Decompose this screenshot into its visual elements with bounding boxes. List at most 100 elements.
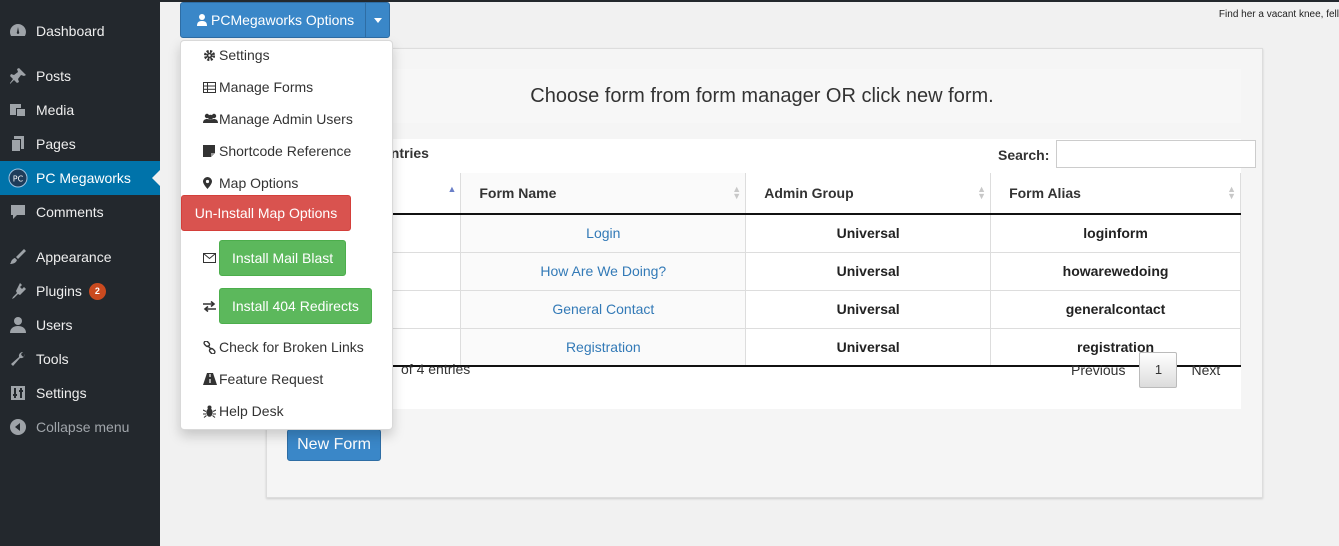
options-dropdown-menu: Settings Manage Forms Manage Admin Users… [180,40,393,430]
collapse-menu-button[interactable]: Collapse menu [0,410,160,444]
user-icon [197,14,207,26]
sidebar-item-label: Collapse menu [36,419,130,435]
install-404-redirects-button[interactable]: Install 404 Redirects [219,288,372,324]
sidebar-item-label: Tools [36,351,69,367]
sidebar-item-label: Settings [36,385,87,401]
sidebar-item-appearance[interactable]: Appearance [0,240,160,274]
install-mail-blast-button[interactable]: Install Mail Blast [219,240,347,276]
admin-group-cell: Universal [745,290,992,329]
sidebar-item-label: Plugins [36,283,82,299]
menu-item-label: Settings [219,47,270,63]
column-header-form-name[interactable]: Form Name ▲ ▼ [460,173,747,215]
paintbrush-icon [8,247,28,267]
next-page-button[interactable]: Next [1177,353,1234,387]
uninstall-map-options-button[interactable]: Un-Install Map Options [181,195,351,231]
search-label: Search: [998,147,1050,163]
sticky-note-icon [203,145,219,157]
sidebar-item-pages[interactable]: Pages [0,127,160,161]
menu-item-settings[interactable]: Settings [203,44,270,66]
menu-item-map-options[interactable]: Map Options [203,172,298,194]
user-icon [8,315,28,335]
form-alias-cell: generalcontact [990,290,1241,329]
collapse-icon [8,417,28,437]
sidebar-item-users[interactable]: Users [0,308,160,342]
envelope-icon [203,253,219,263]
options-button-main[interactable]: PCMegaworks Options [181,3,365,37]
users-icon [203,113,219,125]
admin-sidebar: Dashboard Posts Media Pages PC PC Megawo… [0,0,160,546]
sidebar-item-tools[interactable]: Tools [0,342,160,376]
sidebar-item-label: Posts [36,68,72,84]
media-icon [8,100,28,120]
pcmegaworks-options-button[interactable]: PCMegaworks Options [180,2,390,38]
menu-item-label: Feature Request [219,371,324,387]
table-info: of 4 entries [401,361,471,377]
forms-table-wrapper: entries Search: ▲ Form Name ▲ ▼ Admin Grou… [283,139,1256,409]
sidebar-item-label: PC Megaworks [36,170,131,186]
form-name-link[interactable]: Registration [460,328,747,367]
menu-item-manage-forms[interactable]: Manage Forms [203,76,313,98]
form-name-link[interactable]: How Are We Doing? [460,252,747,291]
new-form-button[interactable]: New Form [287,429,381,461]
form-name-link[interactable]: Login [460,214,747,253]
admin-group-cell: Universal [745,214,992,253]
table-row: General Contact Universal generalcontact [283,290,1241,329]
bug-icon [203,405,219,418]
column-header-form-alias[interactable]: Form Alias ▲ ▼ [990,173,1241,215]
plugin-icon [8,281,28,301]
sort-asc-icon: ▲ [447,184,457,194]
form-name-link[interactable]: General Contact [460,290,747,329]
pc-logo-icon: PC [8,168,28,188]
table-row: How Are We Doing? Universal howarewedoin… [283,252,1241,291]
link-icon [203,340,219,354]
menu-item-manage-admin-users[interactable]: Manage Admin Users [203,108,353,130]
exchange-icon [203,300,219,312]
search-input[interactable] [1056,140,1256,168]
hello-dolly-quote: Find her a vacant knee, fell [1218,9,1339,20]
options-button-label: PCMegaworks Options [211,12,355,28]
sidebar-item-comments[interactable]: Comments [0,195,160,229]
sort-icon: ▲ ▼ [1227,184,1236,201]
pushpin-icon [8,66,28,86]
sidebar-item-label: Appearance [36,249,112,265]
wrench-icon [8,349,28,369]
form-alias-cell: loginform [990,214,1241,253]
menu-item-label: Map Options [219,175,299,191]
sidebar-item-settings[interactable]: Settings [0,376,160,410]
previous-page-button[interactable]: Previous [1057,353,1139,387]
sidebar-item-label: Users [36,317,73,333]
form-alias-cell: howarewedoing [990,252,1241,291]
menu-item-help-desk[interactable]: Help Desk [203,400,284,422]
sidebar-item-posts[interactable]: Posts [0,59,160,93]
admin-group-cell: Universal [745,252,992,291]
forms-table: ▲ Form Name ▲ ▼ Admin Group ▲ ▼ Form Alias ▲ ▼… [283,173,1241,367]
map-marker-icon [203,177,219,189]
sort-icon: ▲ ▼ [732,184,742,201]
menu-item-install-404-redirects: Install 404 Redirects [203,288,372,324]
svg-text:PC: PC [13,175,24,184]
table-row: Login Universal loginform [283,214,1241,253]
pages-icon [8,134,28,154]
caret-down-icon [373,17,382,23]
options-dropdown-toggle[interactable] [365,3,389,37]
current-page-button[interactable]: 1 [1139,352,1178,388]
column-header-admin-group[interactable]: Admin Group ▲ ▼ [745,173,992,215]
panel-heading: Choose form from form manager OR click n… [283,69,1241,123]
menu-item-label: Manage Forms [219,79,314,95]
sidebar-item-label: Comments [36,204,104,220]
sidebar-item-media[interactable]: Media [0,93,160,127]
admin-group-cell: Universal [745,328,992,367]
sidebar-item-dashboard[interactable]: Dashboard [0,14,160,48]
menu-item-check-broken-links[interactable]: Check for Broken Links [203,336,364,358]
table-icon [203,81,219,93]
sort-icon: ▲ ▼ [977,184,987,201]
menu-item-shortcode-reference[interactable]: Shortcode Reference [203,140,351,162]
pagination: Previous 1 Next [1057,352,1234,388]
cog-icon [203,49,219,62]
menu-item-feature-request[interactable]: Feature Request [203,368,323,390]
menu-item-install-mail-blast: Install Mail Blast [203,240,347,276]
sidebar-item-plugins[interactable]: Plugins 2 [0,274,160,308]
sidebar-item-pc-megaworks[interactable]: PC PC Megaworks [0,161,160,195]
menu-item-label: Help Desk [219,403,284,419]
settings-icon [8,383,28,403]
